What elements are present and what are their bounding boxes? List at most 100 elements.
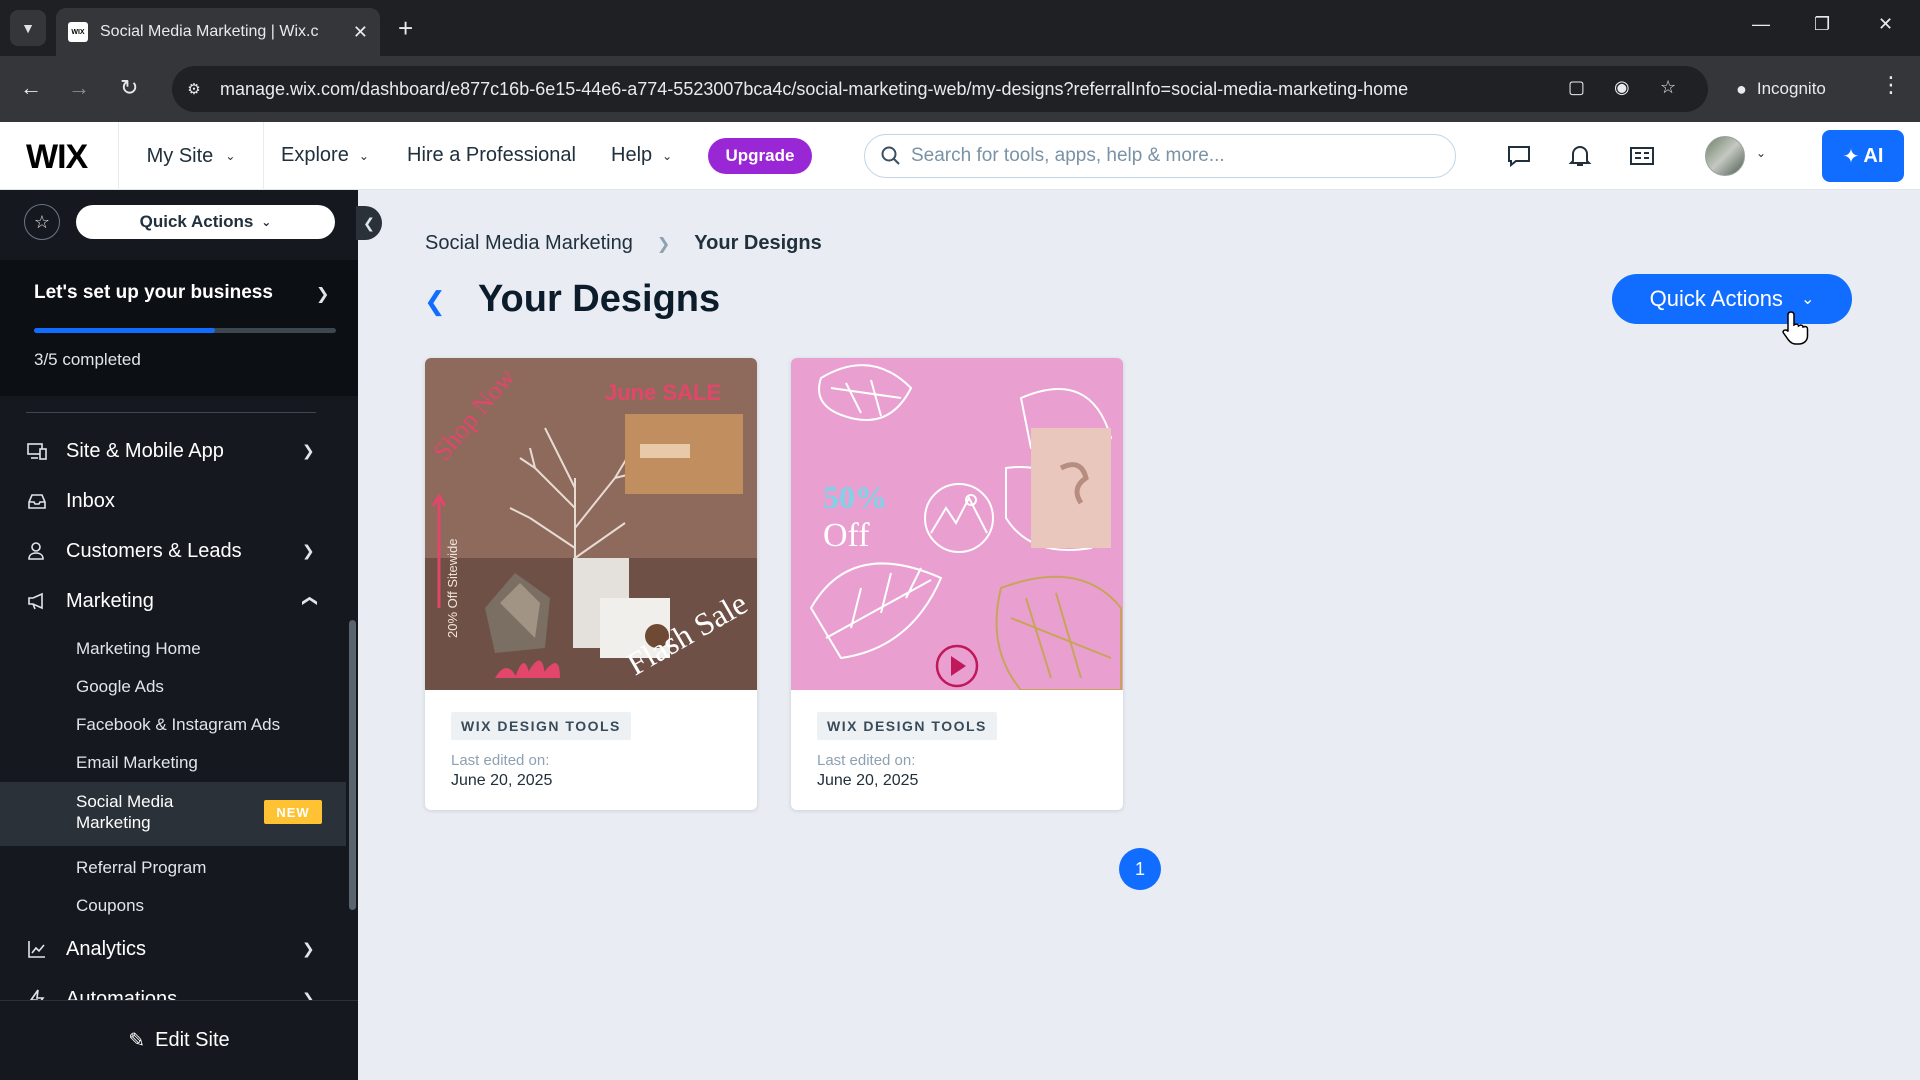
browser-tab[interactable]: WIX Social Media Marketing | Wix.c ✕	[56, 8, 380, 56]
ai-assistant-button[interactable]: ✦ AI	[1822, 130, 1904, 182]
sidebar-subitem-facebook-instagram-ads[interactable]: Facebook & Instagram Ads	[76, 715, 280, 735]
chevron-down-icon: ▼	[21, 20, 35, 36]
inbox-icon	[28, 494, 46, 509]
my-site-label: My Site	[146, 144, 214, 167]
chat-icon[interactable]	[1505, 142, 1533, 170]
address-bar[interactable]: ⚙ manage.wix.com/dashboard/e877c16b-6e15…	[172, 66, 1708, 112]
help-menu[interactable]: Help ⌄	[611, 144, 672, 167]
browser-menu-icon[interactable]: ⋮	[1880, 72, 1902, 98]
restore-icon[interactable]: ❐	[1814, 14, 1830, 35]
new-tab-button[interactable]: +	[398, 14, 413, 42]
wix-logo[interactable]: WIX	[26, 138, 88, 177]
chevron-down-icon: ⌄	[225, 149, 236, 163]
hire-professional-link[interactable]: Hire a Professional	[407, 144, 576, 167]
card-june-sale-text: June SALE	[605, 380, 721, 405]
incognito-indicator[interactable]: ● Incognito	[1720, 66, 1842, 112]
setup-title: Let's set up your business	[34, 282, 273, 303]
sidebar-subitem-google-ads[interactable]: Google Ads	[76, 677, 164, 697]
reload-icon[interactable]: ↻	[120, 75, 138, 101]
sidebar-item-site-mobile-app[interactable]: Site & Mobile App ❯	[0, 428, 340, 474]
breadcrumb-link[interactable]: Social Media Marketing	[425, 232, 633, 255]
my-site-dropdown[interactable]: My Site ⌄	[118, 122, 264, 190]
back-arrow-icon[interactable]: ❮	[424, 286, 446, 317]
card-off-text: Off	[823, 517, 870, 554]
pencil-icon: ✎	[128, 1030, 146, 1052]
bookmark-star-icon[interactable]: ☆	[1660, 77, 1676, 98]
sidebar-subitem-referral-program[interactable]: Referral Program	[76, 858, 206, 878]
divider	[26, 412, 316, 413]
sidebar-item-label: Marketing	[66, 589, 154, 612]
tab-search-button[interactable]: ▼	[10, 10, 46, 46]
chevron-down-icon: ⌄	[662, 148, 673, 163]
design-thumbnail-flash-sale[interactable]: Shop Now June SALE 20% Off Sitewide Flas…	[425, 358, 757, 690]
sidebar-item-customers-leads[interactable]: Customers & Leads ❯	[0, 528, 340, 574]
window-close-icon[interactable]: ✕	[1878, 14, 1893, 35]
back-icon[interactable]: ←	[20, 75, 42, 101]
card-meta-label: Last edited on:	[817, 752, 916, 769]
camera-blocked-icon[interactable]: ▢	[1568, 77, 1585, 98]
chevron-down-icon: ⌄	[358, 148, 369, 163]
chevron-down-icon: ⌄	[1800, 291, 1815, 308]
browser-tabstrip: ▼ WIX Social Media Marketing | Wix.c ✕ +…	[0, 0, 1920, 56]
customers-icon	[28, 542, 44, 560]
quick-actions-button[interactable]: Quick Actions ⌄	[1612, 274, 1852, 324]
setup-status: 3/5 completed	[34, 350, 141, 369]
monitor-mobile-icon	[27, 443, 47, 460]
sparkle-icon: ✦	[1842, 145, 1860, 168]
notifications-bell-icon[interactable]	[1566, 142, 1594, 170]
sidebar-item-label: Analytics	[66, 937, 147, 960]
star-icon[interactable]: ☆	[24, 204, 60, 240]
sidebar-item-marketing[interactable]: Marketing ❯	[0, 578, 340, 624]
sidebar-subitem-marketing-home[interactable]: Marketing Home	[76, 639, 201, 659]
hire-label: Hire a Professional	[407, 144, 576, 166]
explore-label: Explore	[281, 144, 349, 166]
search-bar[interactable]	[864, 134, 1456, 178]
card-tag: WIX DESIGN TOOLS	[451, 712, 631, 740]
sidebar-item-label: Inbox	[66, 489, 115, 512]
collapse-sidebar-button[interactable]: ❮	[356, 206, 382, 240]
megaphone-icon	[28, 592, 43, 610]
chevron-left-icon: ❮	[363, 214, 375, 231]
site-settings-icon[interactable]: ⚙	[182, 77, 206, 101]
explore-menu[interactable]: Explore ⌄	[281, 144, 369, 167]
url-text[interactable]: manage.wix.com/dashboard/e877c16b-6e15-4…	[220, 79, 1408, 100]
sidebar-subitem-email-marketing[interactable]: Email Marketing	[76, 753, 198, 773]
wix-favicon-icon: WIX	[68, 22, 88, 42]
chevron-right-icon: ❯	[302, 443, 315, 460]
site-tools-icon[interactable]	[1628, 142, 1656, 170]
sidebar-item-inbox[interactable]: Inbox	[0, 478, 340, 524]
chevron-right-icon: ❯	[302, 941, 315, 958]
forward-icon[interactable]: →	[68, 75, 90, 101]
help-label: Help	[611, 144, 653, 166]
sidebar-scrollbar[interactable]	[349, 620, 356, 910]
design-thumbnail-50-off[interactable]: 50% Off	[791, 358, 1123, 690]
chevron-up-icon: ❯	[300, 594, 318, 608]
search-input[interactable]	[911, 145, 1431, 167]
pagination-page-button[interactable]: 1	[1119, 848, 1161, 890]
minimize-icon[interactable]: —	[1752, 14, 1770, 35]
avatar[interactable]	[1705, 136, 1745, 176]
close-icon[interactable]: ✕	[353, 22, 368, 43]
sidebar-quick-actions-button[interactable]: Quick Actions ⌄	[76, 205, 335, 239]
quick-actions-label: Quick Actions	[139, 212, 254, 231]
chevron-down-icon: ⌄	[261, 215, 272, 229]
edit-site-label: Edit Site	[155, 1029, 230, 1051]
eye-blocked-icon[interactable]: ◉	[1614, 77, 1630, 98]
sidebar-subitem-coupons[interactable]: Coupons	[76, 896, 144, 916]
sidebar-subitem-social-media-marketing[interactable]: Social Media Marketing	[76, 791, 206, 833]
design-card[interactable]: 50% Off WIX DESIGN TOOLS Last edited on:…	[791, 358, 1123, 810]
chevron-right-icon: ❯	[316, 286, 330, 303]
design-card[interactable]: Shop Now June SALE 20% Off Sitewide Flas…	[425, 358, 757, 810]
chevron-down-icon[interactable]: ⌄	[1756, 146, 1766, 160]
upgrade-button[interactable]: Upgrade	[708, 138, 812, 174]
search-icon	[881, 146, 900, 165]
chart-icon	[28, 941, 45, 958]
quick-actions-label: Quick Actions	[1649, 286, 1783, 311]
chevron-right-icon: ❯	[302, 543, 315, 560]
card-meta-label: Last edited on:	[451, 752, 550, 769]
edit-site-button[interactable]: ✎ Edit Site	[0, 1000, 358, 1080]
card-date: June 20, 2025	[817, 772, 919, 789]
page-title: Your Designs	[478, 278, 721, 320]
wix-top-bar: WIX My Site ⌄ Explore ⌄ Hire a Professio…	[0, 122, 1920, 190]
sidebar-item-analytics[interactable]: Analytics ❯	[0, 926, 340, 972]
